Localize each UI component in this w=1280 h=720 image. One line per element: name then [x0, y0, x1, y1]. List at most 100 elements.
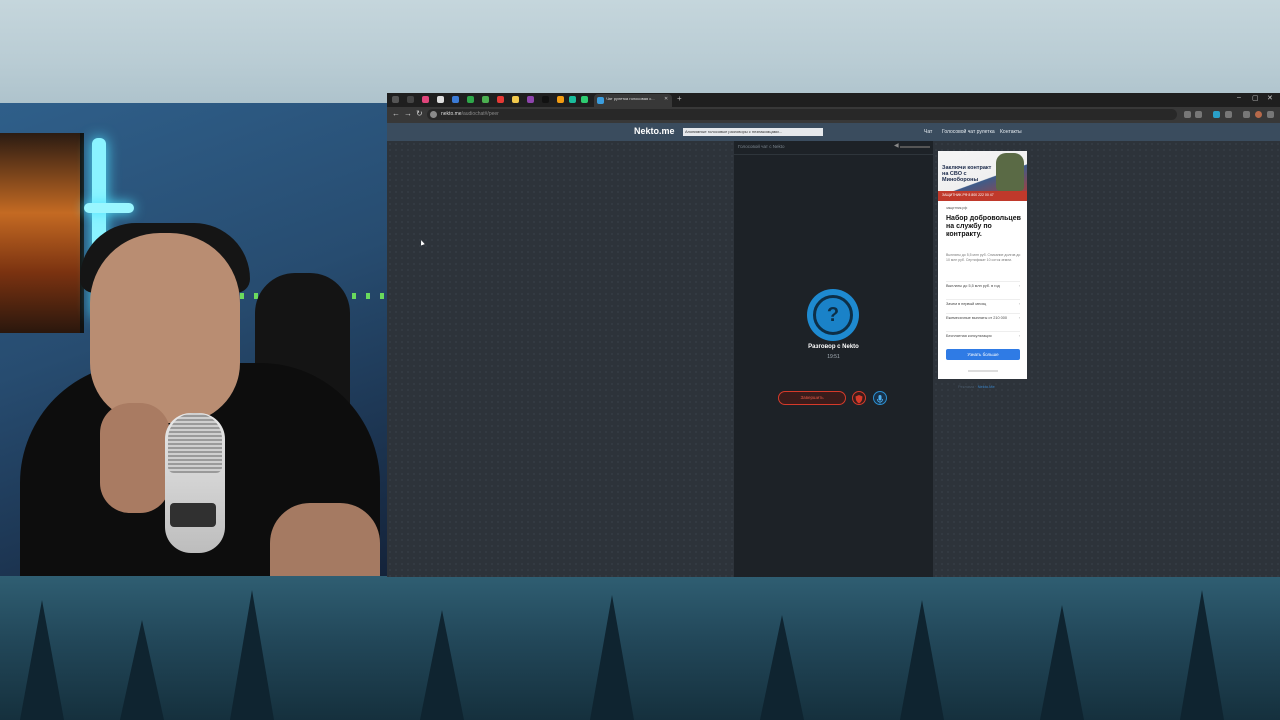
- ad-attribution: Реклама · Nekto.Me: [958, 384, 995, 389]
- ad-heading[interactable]: Набор добровольцев на службу по контракт…: [946, 215, 1024, 239]
- ad-description: Выплаты до 5,5 млн руб. Списание долгов …: [946, 253, 1021, 262]
- tree-shape: [420, 610, 464, 720]
- tab-nekto-active[interactable]: Чат рулетка голосовая с... ✕: [594, 94, 672, 107]
- pinned-tab-icon[interactable]: [512, 96, 519, 103]
- report-button[interactable]: [852, 391, 866, 405]
- volume-icon[interactable]: ◀: [894, 142, 899, 149]
- extensions-puzzle-icon[interactable]: [1225, 111, 1232, 118]
- conversation-label: Разговор с Nekto: [808, 344, 859, 350]
- ad-link-row[interactable]: Бесплатная консультация ›: [946, 331, 1020, 339]
- webcam-microphone-grille: [168, 413, 222, 473]
- ad-link-row[interactable]: Зачем в первый месяц ›: [946, 299, 1020, 307]
- extension-icon[interactable]: [1213, 111, 1220, 118]
- url-input[interactable]: nekto.me/audiochat#/peer: [427, 109, 1177, 120]
- pinned-tab-icon[interactable]: [542, 96, 549, 103]
- pinned-tab-icon[interactable]: [569, 96, 576, 103]
- pinned-tab-icon[interactable]: [497, 96, 504, 103]
- pinned-tab-icon[interactable]: [581, 96, 588, 103]
- browser-address-bar: ← → ↻ nekto.me/audiochat#/peer: [387, 107, 1280, 123]
- advertisement-block[interactable]: Заключи контракт на СВО с Минобороны ЗАЩ…: [938, 151, 1027, 379]
- bookmark-star-icon[interactable]: [1195, 111, 1202, 118]
- ad-link-row[interactable]: Выплаты до 5,5 млн руб. в год ›: [946, 281, 1020, 289]
- browser-window: Чат рулетка голосовая с... ✕ + – ▢ ✕ ← →…: [387, 93, 1280, 577]
- end-call-button[interactable]: Завершить: [778, 391, 846, 405]
- back-button[interactable]: ←: [392, 109, 400, 118]
- site-info-icon[interactable]: [430, 111, 437, 118]
- tree-shape: [590, 595, 634, 720]
- tree-shape: [760, 615, 804, 720]
- call-timer: 19:51: [827, 354, 840, 360]
- site-favicon-icon: [597, 97, 604, 104]
- url-path: /audiochat#/peer: [461, 111, 499, 117]
- nav-link-contacts[interactable]: Контакты: [1000, 129, 1022, 135]
- ad-domain[interactable]: защитник.рф: [946, 206, 967, 210]
- install-icon[interactable]: [1184, 111, 1191, 118]
- tree-shape: [1180, 590, 1224, 720]
- question-mark-icon: ?: [826, 304, 840, 326]
- streamer-webcam: [0, 103, 387, 576]
- chevron-right-icon: ›: [1018, 316, 1020, 320]
- ad-banner-phone: ЗАЩИТНИК.РФ 8 800 222 00 47: [942, 193, 994, 197]
- webcam-microphone-sticker: [170, 503, 216, 527]
- nav-link-voice-chat[interactable]: Голосовой чат рулетка: [942, 129, 995, 135]
- tree-shape: [20, 600, 64, 720]
- site-logo[interactable]: Nekto.me: [634, 126, 675, 136]
- pinned-tab-icon[interactable]: [437, 96, 444, 103]
- ad-soldier-image: [996, 153, 1024, 191]
- pinned-tab-icon[interactable]: [407, 96, 414, 103]
- shield-icon: [855, 395, 863, 404]
- chat-title: Голосовой чат с Nekto: [738, 144, 785, 149]
- downloads-icon[interactable]: [1243, 111, 1250, 118]
- nekto-page: Nekto.me Анонимные голосовые разговоры с…: [387, 123, 1280, 577]
- ad-link-label: Зачем в первый месяц: [946, 302, 987, 306]
- pinned-tab-icon[interactable]: [557, 96, 564, 103]
- tab-title: Чат рулетка голосовая с...: [606, 96, 655, 101]
- close-window-button[interactable]: ✕: [1267, 94, 1273, 102]
- ad-banner-text: Заключи контракт на СВО с Минобороны: [942, 165, 992, 183]
- browser-tab-bar: Чат рулетка голосовая с... ✕ + – ▢ ✕: [387, 93, 1280, 107]
- ad-cta-label: Узнать больше: [967, 352, 999, 357]
- tree-shape: [900, 600, 944, 720]
- url-host: nekto.me: [441, 111, 462, 117]
- tab-menu-icon[interactable]: [392, 96, 399, 103]
- ad-banner-image[interactable]: Заключи контракт на СВО с Минобороны ЗАЩ…: [938, 151, 1027, 201]
- site-slogan: Анонимные голосовые разговоры с незнаком…: [683, 128, 823, 136]
- webcam-monitor: [0, 133, 84, 333]
- desktop-sky-background: [0, 0, 1280, 104]
- desktop-forest-background: [0, 576, 1280, 720]
- new-tab-button[interactable]: +: [677, 94, 682, 103]
- ad-link-label: Ежемесячные выплаты от 210 000: [946, 316, 1007, 320]
- webcam-person-head: [90, 233, 240, 423]
- ad-attribution-link[interactable]: Nekto.Me: [978, 384, 995, 389]
- pinned-tab-icon[interactable]: [482, 96, 489, 103]
- mute-microphone-button[interactable]: [873, 391, 887, 405]
- pinned-tab-icon[interactable]: [467, 96, 474, 103]
- pinned-tab-icon[interactable]: [452, 96, 459, 103]
- tree-shape: [120, 620, 164, 720]
- maximize-button[interactable]: ▢: [1252, 94, 1259, 102]
- peer-avatar: ?: [807, 289, 859, 341]
- ad-link-label: Выплаты до 5,5 млн руб. в год: [946, 284, 1000, 288]
- tree-shape: [1040, 605, 1084, 720]
- ad-attribution-label: Реклама ·: [958, 384, 978, 389]
- pinned-tab-icon[interactable]: [527, 96, 534, 103]
- site-header: Nekto.me Анонимные голосовые разговоры с…: [387, 123, 1280, 141]
- reload-button[interactable]: ↻: [416, 109, 423, 118]
- profile-avatar[interactable]: [1255, 111, 1262, 118]
- forward-button[interactable]: →: [404, 109, 412, 118]
- minimize-button[interactable]: –: [1237, 94, 1241, 101]
- webcam-person-knee: [270, 503, 380, 576]
- ad-cta-button[interactable]: Узнать больше: [946, 349, 1020, 360]
- chevron-right-icon: ›: [1018, 302, 1020, 306]
- pinned-tab-icon[interactable]: [422, 96, 429, 103]
- ad-link-label: Бесплатная консультация: [946, 334, 992, 338]
- voice-chat-panel: Голосовой чат с Nekto ◀ ? Разговор с Nek…: [734, 141, 933, 577]
- close-icon[interactable]: ✕: [664, 96, 668, 102]
- chevron-right-icon: ›: [1018, 334, 1020, 338]
- chat-header: Голосовой чат с Nekto ◀: [734, 141, 933, 155]
- nav-link-chat[interactable]: Чат: [924, 129, 932, 135]
- ad-link-row[interactable]: Ежемесячные выплаты от 210 000 ›: [946, 313, 1020, 321]
- volume-slider[interactable]: [900, 146, 930, 148]
- webcam-neon-light: [84, 203, 134, 213]
- browser-menu-icon[interactable]: [1267, 111, 1274, 118]
